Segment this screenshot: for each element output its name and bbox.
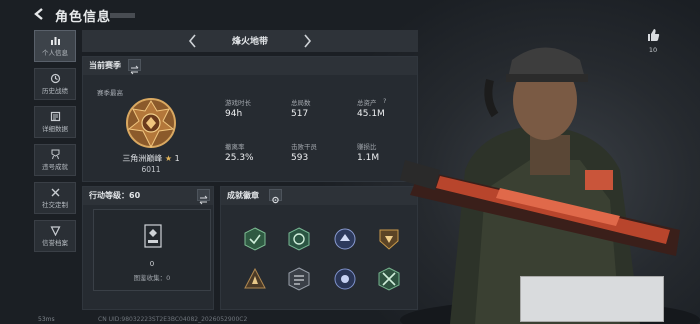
codex-trophy-icon <box>144 224 162 248</box>
medal-icon[interactable] <box>333 267 357 291</box>
achievements-title: 成就徽章 <box>227 191 259 200</box>
medal-icon[interactable] <box>287 227 311 251</box>
like-count: 10 <box>648 46 658 54</box>
sticker-thumbnail <box>520 276 664 322</box>
history-icon <box>50 73 60 84</box>
nav-item-details[interactable]: 详细数据 <box>34 106 76 138</box>
nav-item-social[interactable]: 社交定制 <box>34 182 76 214</box>
action-level-value: 60 <box>129 191 141 200</box>
stat-value-kills: 593 <box>291 153 309 163</box>
season-title: 当前赛季 <box>89 61 121 70</box>
nav-label: 社交定制 <box>42 201 68 209</box>
codex-count: 0 <box>149 260 155 268</box>
rank-star-icon: ★ <box>164 154 173 163</box>
achievement-icon <box>51 149 59 160</box>
medal-icon[interactable] <box>243 227 267 251</box>
season-filter-button[interactable] <box>128 59 141 75</box>
action-level-panel: 行动等级：60 0 图鉴收集：0 <box>82 186 214 310</box>
nav-item-history[interactable]: 历史战绩 <box>34 68 76 100</box>
data-sheet-icon <box>50 111 60 122</box>
stat-label-extract-rate: 撤离率 <box>225 143 245 151</box>
action-level-title: 行动等级：60 <box>89 190 140 201</box>
stat-value-extract-rate: 25.3% <box>225 153 254 163</box>
side-nav: 个人信息 历史战绩 详细数据 违号成就 社交定制 信誉档案 <box>34 30 76 258</box>
reputation-icon <box>50 226 60 236</box>
nav-item-achievements[interactable]: 违号成就 <box>34 144 76 176</box>
bar-chart-icon <box>50 37 60 45</box>
codex-box[interactable]: 0 图鉴收集：0 <box>93 209 211 291</box>
action-level-header: 行动等级：60 <box>83 187 213 205</box>
nav-label: 违号成就 <box>42 163 68 171</box>
gear-icon <box>272 196 279 204</box>
codex-label: 图鉴收集：0 <box>133 274 171 282</box>
action-level-label: 行动等级： <box>89 191 129 200</box>
stat-label-matches: 总局数 <box>291 99 311 107</box>
medal-icon[interactable] <box>287 267 311 291</box>
stat-label-profit: 赚损比 <box>357 143 377 151</box>
rank-badge-icon <box>126 98 176 149</box>
nav-item-personal-info[interactable]: 个人信息 <box>34 30 76 62</box>
thumbs-up-icon[interactable] <box>646 28 660 42</box>
season-panel: 当前赛季 赛季最高 三角洲巅峰 ★ 1 6011 游戏时长 94h 总局数 51… <box>82 56 418 182</box>
season-best-label: 赛季最高 <box>97 89 123 97</box>
stat-value-matches: 517 <box>291 109 309 119</box>
title-redaction <box>110 13 135 18</box>
social-tools-icon <box>51 188 59 197</box>
nav-item-reputation[interactable]: 信誉档案 <box>34 220 76 252</box>
stat-label-assets: 总资产 <box>357 99 377 107</box>
nav-label: 详细数据 <box>42 125 68 133</box>
rank-name: 三角洲巅峰 <box>122 154 163 163</box>
map-selector: 烽火地带 <box>82 30 418 52</box>
uid-text: CN UID:98032223ST2E3BC04082_2026052900C2 <box>98 316 248 323</box>
page-title: 角色信息 <box>55 10 112 25</box>
top-bar: 角色信息 <box>0 0 430 30</box>
nav-label: 个人信息 <box>42 49 68 57</box>
rank-name-line: 三角洲巅峰 ★ 1 <box>95 153 207 164</box>
action-level-swap-button[interactable] <box>197 189 210 205</box>
rank-score: 6011 <box>141 165 161 174</box>
swap-icon <box>199 195 208 205</box>
back-arrow-icon[interactable] <box>33 8 45 20</box>
stat-label-kills: 击败干员 <box>291 143 317 151</box>
season-panel-header: 当前赛季 <box>83 57 417 75</box>
medal-icon[interactable] <box>333 227 357 251</box>
stat-value-playtime: 94h <box>225 109 243 119</box>
rank-star: 1 <box>174 154 180 163</box>
nav-label: 历史战绩 <box>42 87 68 95</box>
nav-label: 信誉档案 <box>42 239 68 247</box>
swap-icon <box>130 65 139 75</box>
medal-icon[interactable] <box>243 267 267 291</box>
next-map-icon[interactable] <box>300 33 314 49</box>
stat-label-playtime: 游戏时长 <box>225 99 251 107</box>
stat-value-profit: 1.1M <box>357 153 380 163</box>
achievements-settings-button[interactable] <box>269 189 282 204</box>
map-name: 烽火地带 <box>231 37 268 47</box>
ping-indicator: 53ms <box>38 316 55 323</box>
